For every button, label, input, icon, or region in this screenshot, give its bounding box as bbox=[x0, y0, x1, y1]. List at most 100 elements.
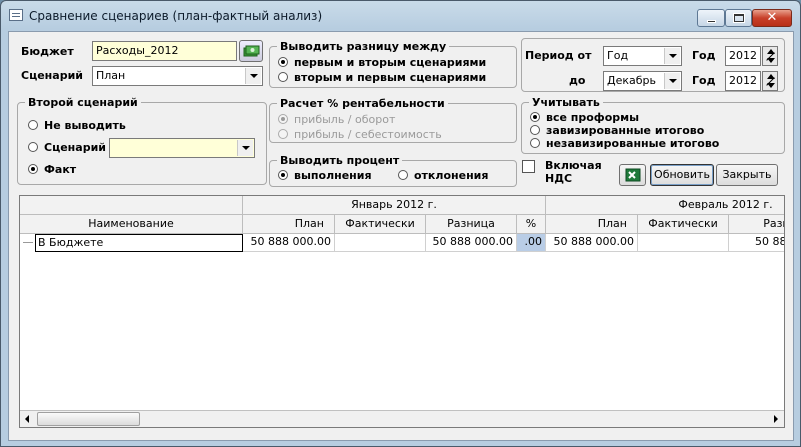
second-scenario-group: Второй сценарий Не выводить Сценарий Фак… bbox=[17, 96, 267, 185]
period-group: Период от Год Год 2012 до Декабрь Год 20… bbox=[521, 38, 785, 92]
feb-plan-header[interactable]: План bbox=[546, 215, 638, 234]
percent-title: Выводить процент bbox=[277, 154, 403, 167]
title-bar: Сравнение сценариев (план-фактный анализ… bbox=[1, 1, 800, 31]
second-none-radio[interactable]: Не выводить bbox=[28, 119, 126, 132]
budget-picker-button[interactable] bbox=[239, 40, 263, 62]
month2-header: Февраль 2012 г. bbox=[546, 196, 784, 215]
jan-plan-header[interactable]: План bbox=[243, 215, 335, 234]
app-window: Сравнение сценариев (план-фактный анализ… bbox=[0, 0, 801, 447]
year-to-label: Год bbox=[692, 74, 716, 87]
profit-cost-label: прибыль / себестоимость bbox=[294, 128, 442, 141]
percent-execution-radio[interactable]: выполнения bbox=[278, 169, 372, 182]
consider-unapproved-radio[interactable]: незавизированные итогово bbox=[530, 137, 719, 150]
maximize-icon bbox=[734, 14, 744, 22]
vat-label: Включая НДС bbox=[545, 159, 602, 185]
profit-turnover-radio[interactable]: прибыль / оборот bbox=[278, 113, 395, 126]
results-grid[interactable]: Январь 2012 г. Февраль 2012 г. Наименова… bbox=[19, 195, 785, 428]
scroll-left-icon[interactable] bbox=[20, 411, 37, 427]
percent-execution-label: выполнения bbox=[294, 169, 372, 182]
row-jan-plan[interactable]: 50 888 000.00 bbox=[243, 234, 335, 252]
close-button[interactable]: Закрыть bbox=[716, 164, 778, 186]
second-fact-label: Факт bbox=[44, 163, 77, 176]
profit-cost-radio[interactable]: прибыль / себестоимость bbox=[278, 128, 442, 141]
scroll-right-icon[interactable] bbox=[767, 411, 784, 427]
year-from-spinner[interactable] bbox=[762, 46, 778, 66]
chevron-down-icon bbox=[664, 73, 680, 89]
year-from-field[interactable]: 2012 bbox=[725, 46, 761, 66]
diff-group: Выводить разницу между первым и вторым с… bbox=[269, 40, 517, 88]
window-title: Сравнение сценариев (план-фактный анализ… bbox=[29, 9, 323, 23]
second-scenario-select[interactable] bbox=[109, 138, 255, 158]
row-jan-pct[interactable]: .00 bbox=[517, 234, 546, 252]
close-window-button[interactable]: ✕ bbox=[752, 9, 792, 27]
chevron-down-icon bbox=[664, 48, 680, 64]
vat-label-line1: Включая bbox=[545, 159, 602, 172]
consider-approved-radio[interactable]: завизированные итогово bbox=[530, 124, 704, 137]
horizontal-scrollbar[interactable] bbox=[20, 410, 784, 427]
chevron-down-icon bbox=[245, 68, 261, 84]
app-icon bbox=[9, 9, 23, 21]
grid-corner-header bbox=[20, 196, 243, 215]
consider-unapproved-label: незавизированные итогово bbox=[546, 137, 720, 150]
close-icon: ✕ bbox=[766, 10, 778, 25]
scroll-thumb[interactable] bbox=[37, 412, 140, 426]
jan-diff-header[interactable]: Разница bbox=[426, 215, 517, 234]
period-to-select[interactable]: Декабрь bbox=[603, 71, 682, 91]
maximize-button[interactable] bbox=[725, 9, 752, 27]
consider-group: Учитывать все проформы завизированные ит… bbox=[521, 96, 785, 154]
budget-field[interactable]: Расходы_2012 bbox=[92, 41, 237, 61]
profitability-title: Расчет % рентабельности bbox=[277, 97, 448, 110]
percent-deviation-radio[interactable]: отклонения bbox=[398, 169, 488, 182]
scenario-label: Сценарий bbox=[21, 69, 83, 82]
row-feb-fact[interactable] bbox=[638, 234, 729, 252]
scenario-select[interactable]: План bbox=[92, 66, 263, 86]
diff-first-second-label: первым и вторым сценариями bbox=[294, 56, 487, 69]
feb-fact-header[interactable]: Фактически bbox=[638, 215, 729, 234]
row-feb-plan[interactable]: 50 888 000.00 bbox=[546, 234, 638, 252]
feb-diff-header[interactable]: Разница bbox=[729, 215, 784, 234]
row-jan-fact[interactable] bbox=[335, 234, 426, 252]
second-fact-radio[interactable]: Факт bbox=[28, 163, 76, 176]
scenario-select-value: План bbox=[96, 69, 126, 82]
budget-label: Бюджет bbox=[21, 45, 74, 58]
export-excel-button[interactable] bbox=[619, 164, 646, 186]
diff-first-second-radio[interactable]: первым и вторым сценариями bbox=[278, 56, 486, 69]
minimize-button[interactable] bbox=[697, 9, 725, 27]
year-to-spinner[interactable] bbox=[762, 71, 778, 91]
minimize-icon bbox=[707, 20, 716, 23]
name-column-header[interactable]: Наименование bbox=[20, 215, 243, 234]
diff-second-first-radio[interactable]: вторым и первым сценариями bbox=[278, 71, 486, 84]
consider-all-label: все проформы bbox=[546, 111, 640, 124]
second-none-label: Не выводить bbox=[44, 119, 126, 132]
profit-turnover-label: прибыль / оборот bbox=[294, 113, 396, 126]
refresh-button[interactable]: Обновить bbox=[650, 164, 714, 186]
second-scenario-label: Сценарий bbox=[44, 141, 106, 154]
profitability-group: Расчет % рентабельности прибыль / оборот… bbox=[269, 97, 517, 143]
jan-pct-header[interactable]: % bbox=[517, 215, 546, 234]
consider-title: Учитывать bbox=[529, 96, 603, 109]
consider-all-radio[interactable]: все проформы bbox=[530, 111, 639, 124]
second-scenario-title: Второй сценарий bbox=[25, 96, 141, 109]
vat-checkbox[interactable] bbox=[522, 160, 535, 173]
period-to-value: Декабрь bbox=[607, 74, 656, 87]
second-scenario-radio[interactable]: Сценарий bbox=[28, 141, 106, 154]
row-jan-diff[interactable]: 50 888 000.00 bbox=[426, 234, 517, 252]
year-from-label: Год bbox=[692, 49, 716, 62]
form-client-area: Бюджет Расходы_2012 Сценарий План Выводи… bbox=[8, 31, 794, 441]
period-from-select[interactable]: Год bbox=[603, 46, 682, 66]
month1-header: Январь 2012 г. bbox=[243, 196, 546, 215]
period-from-label: Период от bbox=[525, 49, 592, 62]
chevron-down-icon bbox=[237, 140, 253, 156]
money-icon bbox=[243, 45, 260, 57]
diff-group-title: Выводить разницу между bbox=[277, 40, 450, 53]
row-name-cell[interactable]: В Бюджете bbox=[35, 234, 243, 252]
jan-fact-header[interactable]: Фактически bbox=[335, 215, 426, 234]
year-to-field[interactable]: 2012 bbox=[725, 71, 761, 91]
consider-approved-label: завизированные итогово bbox=[546, 124, 705, 137]
percent-deviation-label: отклонения bbox=[414, 169, 489, 182]
vat-label-line2: НДС bbox=[545, 172, 573, 185]
period-from-value: Год bbox=[607, 49, 629, 62]
row-feb-diff[interactable]: 50 888 0 bbox=[729, 234, 784, 252]
excel-icon bbox=[625, 168, 640, 182]
diff-second-first-label: вторым и первым сценариями bbox=[294, 71, 487, 84]
